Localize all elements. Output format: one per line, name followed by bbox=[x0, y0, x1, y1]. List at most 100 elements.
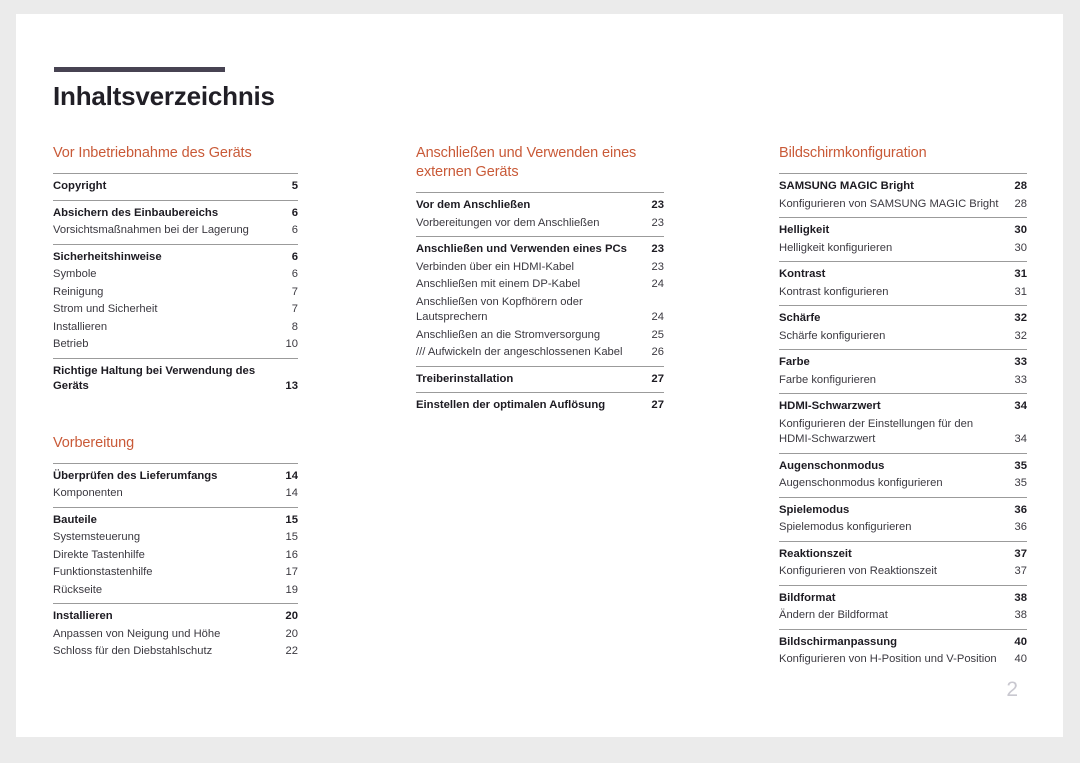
toc-entry-sub[interactable]: Symbole 6 bbox=[53, 266, 298, 284]
toc-entry-sub[interactable]: Verbinden über ein HDMI-Kabel 23 bbox=[416, 259, 664, 277]
toc-entry-page-number: 7 bbox=[291, 285, 298, 298]
toc-entry-main[interactable]: Copyright 5 bbox=[53, 178, 298, 196]
toc-entry-page-number: 28 bbox=[1014, 180, 1027, 192]
toc-group: Reaktionszeit 37 Konfigurieren von Reaktio… bbox=[779, 540, 1027, 585]
toc-entry-sub[interactable]: Rückseite 19 bbox=[53, 582, 298, 600]
toc-entry-label: Helligkeit bbox=[779, 224, 830, 236]
toc-entry-main[interactable]: Vor dem Anschließen 23 bbox=[416, 197, 664, 215]
toc-entry-page-number: 15 bbox=[285, 531, 298, 543]
toc-entry-page-number: 34 bbox=[1014, 433, 1027, 445]
toc-entry-main[interactable]: Installieren 20 bbox=[53, 608, 298, 626]
toc-entry-sub[interactable]: Direkte Tastenhilfe 16 bbox=[53, 547, 298, 565]
toc-entry-page-number: 26 bbox=[651, 346, 664, 358]
toc-entry-main[interactable]: Bauteile 15 bbox=[53, 512, 298, 530]
toc-entry-main[interactable]: Anschließen und Verwenden eines PCs 23 bbox=[416, 241, 664, 259]
toc-entry-sub[interactable]: Konfigurieren von SAMSUNG MAGIC Bright 28 bbox=[779, 196, 1027, 214]
toc-group: Copyright 5 bbox=[53, 173, 298, 200]
toc-entry-main[interactable]: Einstellen der optimalen Auflösung 27 bbox=[416, 397, 664, 415]
toc-entry-label: Direkte Tastenhilfe bbox=[53, 548, 145, 561]
toc-entry-label: Spielemodus konfigurieren bbox=[779, 521, 912, 533]
page-title: Inhaltsverzeichnis bbox=[53, 81, 275, 111]
toc-entry-page-number: 28 bbox=[1014, 197, 1027, 210]
toc-entry-label: Spielemodus bbox=[779, 503, 850, 516]
toc-entry-main[interactable]: Richtige Haltung bei Verwendung des Gerä… bbox=[53, 363, 298, 396]
toc-entry-page-number: 37 bbox=[1014, 565, 1027, 577]
toc-entry-label: Vorsichtsmaßnahmen bei der Lagerung bbox=[53, 224, 249, 236]
toc-entry-sub[interactable]: Vorbereitungen vor dem Anschließen 23 bbox=[416, 215, 664, 233]
toc-entry-label: Farbe bbox=[779, 356, 810, 368]
toc-entry-label: Symbole bbox=[53, 268, 97, 280]
toc-entry-label: Bauteile bbox=[53, 513, 97, 526]
toc-entry-sub[interactable]: Konfigurieren von Reaktionszeit 37 bbox=[779, 563, 1027, 581]
toc-entry-label: Anschließen von Kopfhörern oder Lautspre… bbox=[416, 295, 583, 324]
toc-entry-sub[interactable]: Ändern der Bildformat 38 bbox=[779, 607, 1027, 625]
toc-entry-label: Farbe konfigurieren bbox=[779, 373, 877, 386]
toc-entry-sub[interactable]: Installieren 8 bbox=[53, 319, 298, 337]
toc-entry-main[interactable]: Augenschonmodus 35 bbox=[779, 458, 1027, 476]
toc-entry-label: Konfigurieren von Reaktionszeit bbox=[779, 565, 937, 577]
toc-entry-label: Rückseite bbox=[53, 583, 103, 596]
toc-entry-sub[interactable]: Kontrast konfigurieren 31 bbox=[779, 284, 1027, 302]
toc-entry-main[interactable]: Kontrast 31 bbox=[779, 266, 1027, 284]
toc-entry-sub[interactable]: Helligkeit konfigurieren 30 bbox=[779, 240, 1027, 258]
toc-entry-sub[interactable]: Vorsichtsmaßnahmen bei der Lagerung 6 bbox=[53, 222, 298, 240]
toc-entry-sub[interactable]: Anschließen von Kopfhörern oder Lautspre… bbox=[416, 294, 664, 327]
toc-entry-main[interactable]: Sicherheitshinweise 6 bbox=[53, 249, 298, 267]
toc-entry-sub[interactable]: Anschließen mit einem DP-Kabel 24 bbox=[416, 276, 664, 294]
toc-entry-sub[interactable]: Schärfe konfigurieren 32 bbox=[779, 328, 1027, 346]
toc-entry-main[interactable]: Farbe 33 bbox=[779, 354, 1027, 372]
toc-entry-main[interactable]: Spielemodus 36 bbox=[779, 502, 1027, 520]
toc-entry-sub[interactable]: Schloss für den Diebstahlschutz 22 bbox=[53, 643, 298, 661]
toc-group: HDMI-Schwarzwert 34 Konfigurieren der Eins… bbox=[779, 393, 1027, 453]
toc-entry-label: Augenschonmodus konfigurieren bbox=[779, 477, 943, 489]
toc-group: Treiberinstallation 27 bbox=[416, 365, 664, 393]
toc-entry-sub[interactable]: Reinigung 7 bbox=[53, 284, 298, 302]
toc-entry-main[interactable]: HDMI-Schwarzwert 34 bbox=[779, 398, 1027, 416]
toc-entry-main[interactable]: Reaktionszeit 37 bbox=[779, 546, 1027, 564]
toc-entry-main[interactable]: Treiberinstallation 27 bbox=[416, 371, 664, 389]
title-rule-decoration bbox=[54, 67, 225, 72]
toc-entry-main[interactable]: Absichern des Einbaubereichs 6 bbox=[53, 205, 298, 223]
toc-entry-sub[interactable]: Betrieb 10 bbox=[53, 336, 298, 354]
toc-entry-sub[interactable]: Augenschonmodus konfigurieren 35 bbox=[779, 475, 1027, 493]
toc-entry-sub[interactable]: Funktionstastenhilfe 17 bbox=[53, 564, 298, 582]
toc-entry-main[interactable]: SAMSUNG MAGIC Bright 28 bbox=[779, 178, 1027, 196]
toc-entry-sub[interactable]: Systemsteuerung 15 bbox=[53, 529, 298, 547]
toc-group: Anschließen und Verwenden eines PCs 23 Ver… bbox=[416, 236, 664, 366]
toc-entry-label: Konfigurieren von SAMSUNG MAGIC Bright bbox=[779, 197, 999, 210]
toc-entry-sub[interactable]: Konfigurieren der Einstellungen für den … bbox=[779, 416, 1027, 449]
toc-entry-main[interactable]: Bildschirmanpassung 40 bbox=[779, 634, 1027, 652]
toc-entry-page-number: 24 bbox=[651, 311, 664, 323]
toc-entry-page-number: 6 bbox=[291, 206, 298, 219]
toc-section-title: Vorbereitung bbox=[53, 434, 135, 451]
toc-entry-sub[interactable]: Farbe konfigurieren 33 bbox=[779, 372, 1027, 390]
toc-entry-page-number: 17 bbox=[285, 566, 298, 578]
toc-group: Einstellen der optimalen Auflösung 27 bbox=[416, 392, 664, 419]
toc-column-2: Anschließen und Verwenden eines externen… bbox=[416, 144, 664, 419]
toc-entry-label: /// Aufwickeln der angeschlossenen Kabel bbox=[416, 346, 623, 358]
toc-group: Kontrast 31 Kontrast konfigurieren 31 bbox=[779, 261, 1027, 305]
toc-entry-main[interactable]: Schärfe 32 bbox=[779, 310, 1027, 328]
toc-entry-sub[interactable]: Anpassen von Neigung und Höhe 20 bbox=[53, 626, 298, 644]
toc-entry-sub[interactable]: Konfigurieren von H-Position und V-Posit… bbox=[779, 651, 1027, 669]
toc-entry-sub[interactable]: Strom und Sicherheit 7 bbox=[53, 301, 298, 319]
toc-entry-sub[interactable]: /// Aufwickeln der angeschlossenen Kabel… bbox=[416, 344, 664, 362]
toc-entry-label: HDMI-Schwarzwert bbox=[779, 400, 881, 412]
toc-entry-sub[interactable]: Anschließen an die Stromversorgung 25 bbox=[416, 327, 664, 345]
toc-entry-page-number: 16 bbox=[285, 548, 298, 561]
toc-entry-page-number: 33 bbox=[1014, 356, 1027, 368]
toc-entry-page-number: 6 bbox=[291, 250, 298, 263]
toc-entry-main[interactable]: Bildformat 38 bbox=[779, 590, 1027, 608]
toc-entry-main[interactable]: Helligkeit 30 bbox=[779, 222, 1027, 240]
toc-entry-sub[interactable]: Komponenten 14 bbox=[53, 485, 298, 503]
toc-entry-sub[interactable]: Spielemodus konfigurieren 36 bbox=[779, 519, 1027, 537]
toc-section-title: Bildschirmkonfiguration bbox=[779, 145, 927, 161]
toc-entry-label: Reinigung bbox=[53, 285, 104, 298]
toc-entry-main[interactable]: Überprüfen des Lieferumfangs 14 bbox=[53, 468, 298, 486]
toc-group: Augenschonmodus 35 Augenschonmodus konfigu… bbox=[779, 452, 1027, 497]
toc-entry-page-number: 5 bbox=[291, 180, 298, 192]
toc-entry-page-number: 27 bbox=[651, 372, 664, 385]
toc-entry-page-number: 30 bbox=[1014, 241, 1027, 254]
toc-entry-page-number: 36 bbox=[1014, 503, 1027, 516]
toc-entry-label: SAMSUNG MAGIC Bright bbox=[779, 180, 914, 192]
